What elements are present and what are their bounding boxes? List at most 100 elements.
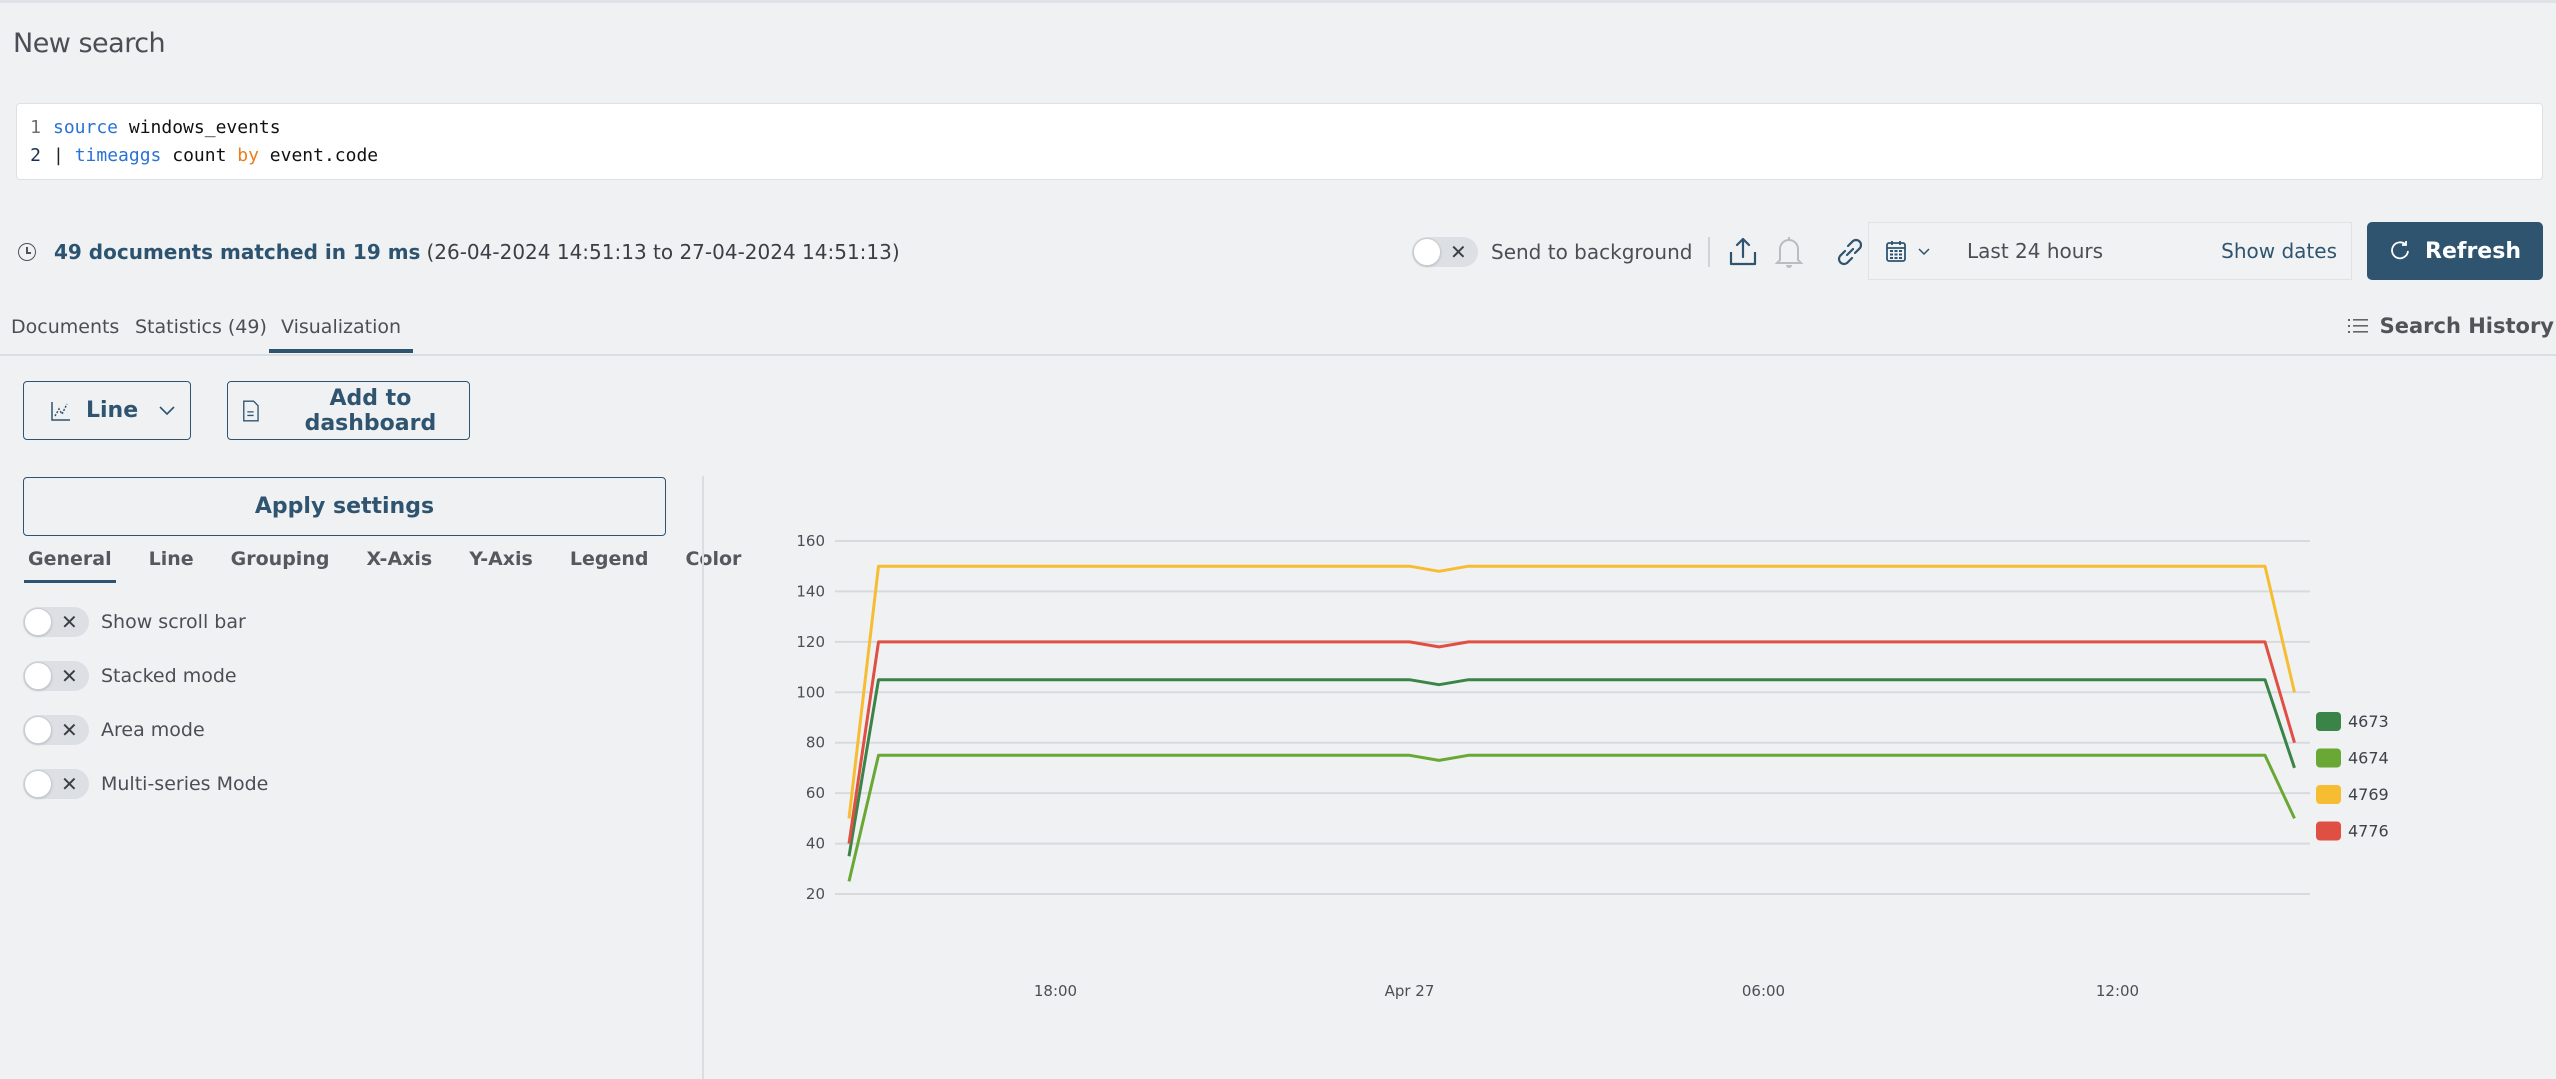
code-line[interactable]: 1 source windows_events xyxy=(17,114,2542,142)
refresh-icon xyxy=(2391,241,2409,260)
x-tick-label: 18:00 xyxy=(1034,982,1077,1000)
toggle-off-icon: ✕ xyxy=(61,772,78,796)
date-range-value: Last 24 hours xyxy=(1967,239,2104,263)
toggle-knob xyxy=(24,608,52,636)
y-tick-label: 20 xyxy=(806,885,825,903)
settings-tabs: General Line Grouping X-Axis Y-Axis Lege… xyxy=(24,546,778,583)
settings-tab-grouping[interactable]: Grouping xyxy=(231,546,330,570)
share-icon[interactable] xyxy=(1726,235,1760,269)
toggle-off-icon: ✕ xyxy=(61,664,78,688)
tab-statistics[interactable]: Statistics (49) xyxy=(135,316,267,338)
send-to-background-toggle[interactable]: ✕ xyxy=(1412,237,1478,267)
x-tick-label: Apr 27 xyxy=(1385,982,1435,1000)
chevron-down-icon xyxy=(159,405,175,415)
settings-tab-line[interactable]: Line xyxy=(149,546,194,570)
y-tick-label: 100 xyxy=(796,683,825,701)
toolbar-divider xyxy=(1708,237,1711,267)
code-line[interactable]: 2 | timeaggs count by event.code xyxy=(17,142,2542,170)
line-number: 1 xyxy=(30,117,41,138)
calendar-icon[interactable] xyxy=(1885,239,1907,263)
option-multi-series-mode: ✕ Multi-series Mode xyxy=(23,769,268,799)
y-tick-label: 40 xyxy=(806,835,825,853)
toggle-knob xyxy=(24,662,52,690)
y-tick-label: 60 xyxy=(806,784,825,802)
option-show-scroll-bar: ✕ Show scroll bar xyxy=(23,607,246,637)
legend-swatch-4776 xyxy=(2316,821,2341,841)
code-token: timeaggs xyxy=(74,145,162,166)
x-tick-label: 12:00 xyxy=(2096,982,2139,1000)
settings-tab-color[interactable]: Color xyxy=(685,546,741,570)
toggle-knob xyxy=(1413,238,1441,266)
y-tick-label: 80 xyxy=(806,734,825,752)
chart-type-label: Line xyxy=(86,398,139,423)
code-token: count xyxy=(161,145,238,166)
x-tick-label: 06:00 xyxy=(1742,982,1785,1000)
code-token: event.code xyxy=(258,145,379,166)
bell-icon[interactable] xyxy=(1772,234,1806,270)
settings-tab-x-axis[interactable]: X-Axis xyxy=(366,546,432,570)
toggle-knob xyxy=(24,716,52,744)
line-chart: 20 40 60 80 100 120 140 160 18:00 Apr 27 06:00 12:0… xyxy=(796,532,2389,1000)
add-to-dashboard-label: Add to dashboard xyxy=(304,385,437,436)
settings-tab-y-axis[interactable]: Y-Axis xyxy=(469,546,533,570)
add-to-dashboard-button[interactable]: Add to dashboard xyxy=(227,381,470,440)
apply-settings-button[interactable]: Apply settings xyxy=(23,477,666,536)
chart-type-dropdown[interactable]: Line xyxy=(23,381,191,440)
toggle-knob xyxy=(24,770,52,798)
search-history-button[interactable]: Search History xyxy=(2347,314,2554,338)
status-summary: 49 documents matched in 19 ms xyxy=(54,240,421,264)
search-status: 49 documents matched in 19 ms (26-04-202… xyxy=(18,240,900,264)
option-label: Show scroll bar xyxy=(101,611,246,633)
toggle-off-icon: ✕ xyxy=(61,718,78,742)
result-tabs: Documents Statistics (49) Visualization … xyxy=(0,300,2556,356)
series-line-4674 xyxy=(847,753,2296,882)
legend-swatch-4769 xyxy=(2316,785,2341,804)
query-editor[interactable]: 1 source windows_events 2 | timeaggs count … xyxy=(16,103,2543,180)
code-token: windows_events xyxy=(118,117,281,138)
option-label: Multi-series Mode xyxy=(101,773,269,795)
option-label: Area mode xyxy=(101,719,205,741)
settings-tab-general[interactable]: General xyxy=(24,546,116,583)
settings-tab-legend[interactable]: Legend xyxy=(570,546,649,570)
legend-label-4673: 4673 xyxy=(2348,712,2389,731)
refresh-button[interactable]: Refresh xyxy=(2367,222,2543,280)
top-border xyxy=(0,0,2556,3)
stacked-mode-toggle[interactable]: ✕ xyxy=(23,661,89,691)
search-tools: ✕ Send to background xyxy=(1412,234,1868,270)
multi-series-mode-toggle[interactable]: ✕ xyxy=(23,769,89,799)
refresh-label: Refresh xyxy=(2425,238,2521,264)
status-range: (26-04-2024 14:51:13 to 27-04-2024 14:51… xyxy=(426,240,900,264)
option-area-mode: ✕ Area mode xyxy=(23,715,205,745)
date-range-picker[interactable]: Last 24 hours Show dates xyxy=(1868,222,2352,280)
legend-swatch-4673 xyxy=(2316,712,2341,731)
tab-visualization[interactable]: Visualization xyxy=(268,316,414,353)
line-chart-icon xyxy=(51,401,70,421)
show-dates-link[interactable]: Show dates xyxy=(2221,239,2337,263)
option-stacked-mode: ✕ Stacked mode xyxy=(23,661,237,691)
option-label: Stacked mode xyxy=(101,665,237,687)
panel-divider xyxy=(702,476,704,1079)
send-to-background-label: Send to background xyxy=(1491,240,1693,264)
y-tick-label: 120 xyxy=(796,633,825,651)
list-icon xyxy=(2347,319,2368,333)
legend-swatch-4674 xyxy=(2316,748,2341,768)
area-mode-toggle[interactable]: ✕ xyxy=(23,715,89,745)
code-token: | xyxy=(53,145,75,166)
series-line-4673 xyxy=(847,678,2296,857)
tab-documents[interactable]: Documents xyxy=(11,316,119,338)
link-icon[interactable] xyxy=(1832,234,1868,270)
code-token: by xyxy=(237,145,259,166)
legend-label-4769: 4769 xyxy=(2348,785,2389,804)
code-token: source xyxy=(53,117,119,138)
search-history-label: Search History xyxy=(2379,314,2554,338)
line-number: 2 xyxy=(30,145,41,166)
chevron-down-icon[interactable] xyxy=(1917,242,1931,261)
legend-label-4776: 4776 xyxy=(2348,822,2389,841)
toggle-off-icon: ✕ xyxy=(1450,240,1467,264)
toggle-off-icon: ✕ xyxy=(61,610,78,634)
legend-label-4674: 4674 xyxy=(2348,749,2389,768)
clock-icon xyxy=(18,243,36,261)
page-title: New search xyxy=(13,28,166,59)
document-icon xyxy=(243,400,259,421)
show-scroll-bar-toggle[interactable]: ✕ xyxy=(23,607,89,637)
